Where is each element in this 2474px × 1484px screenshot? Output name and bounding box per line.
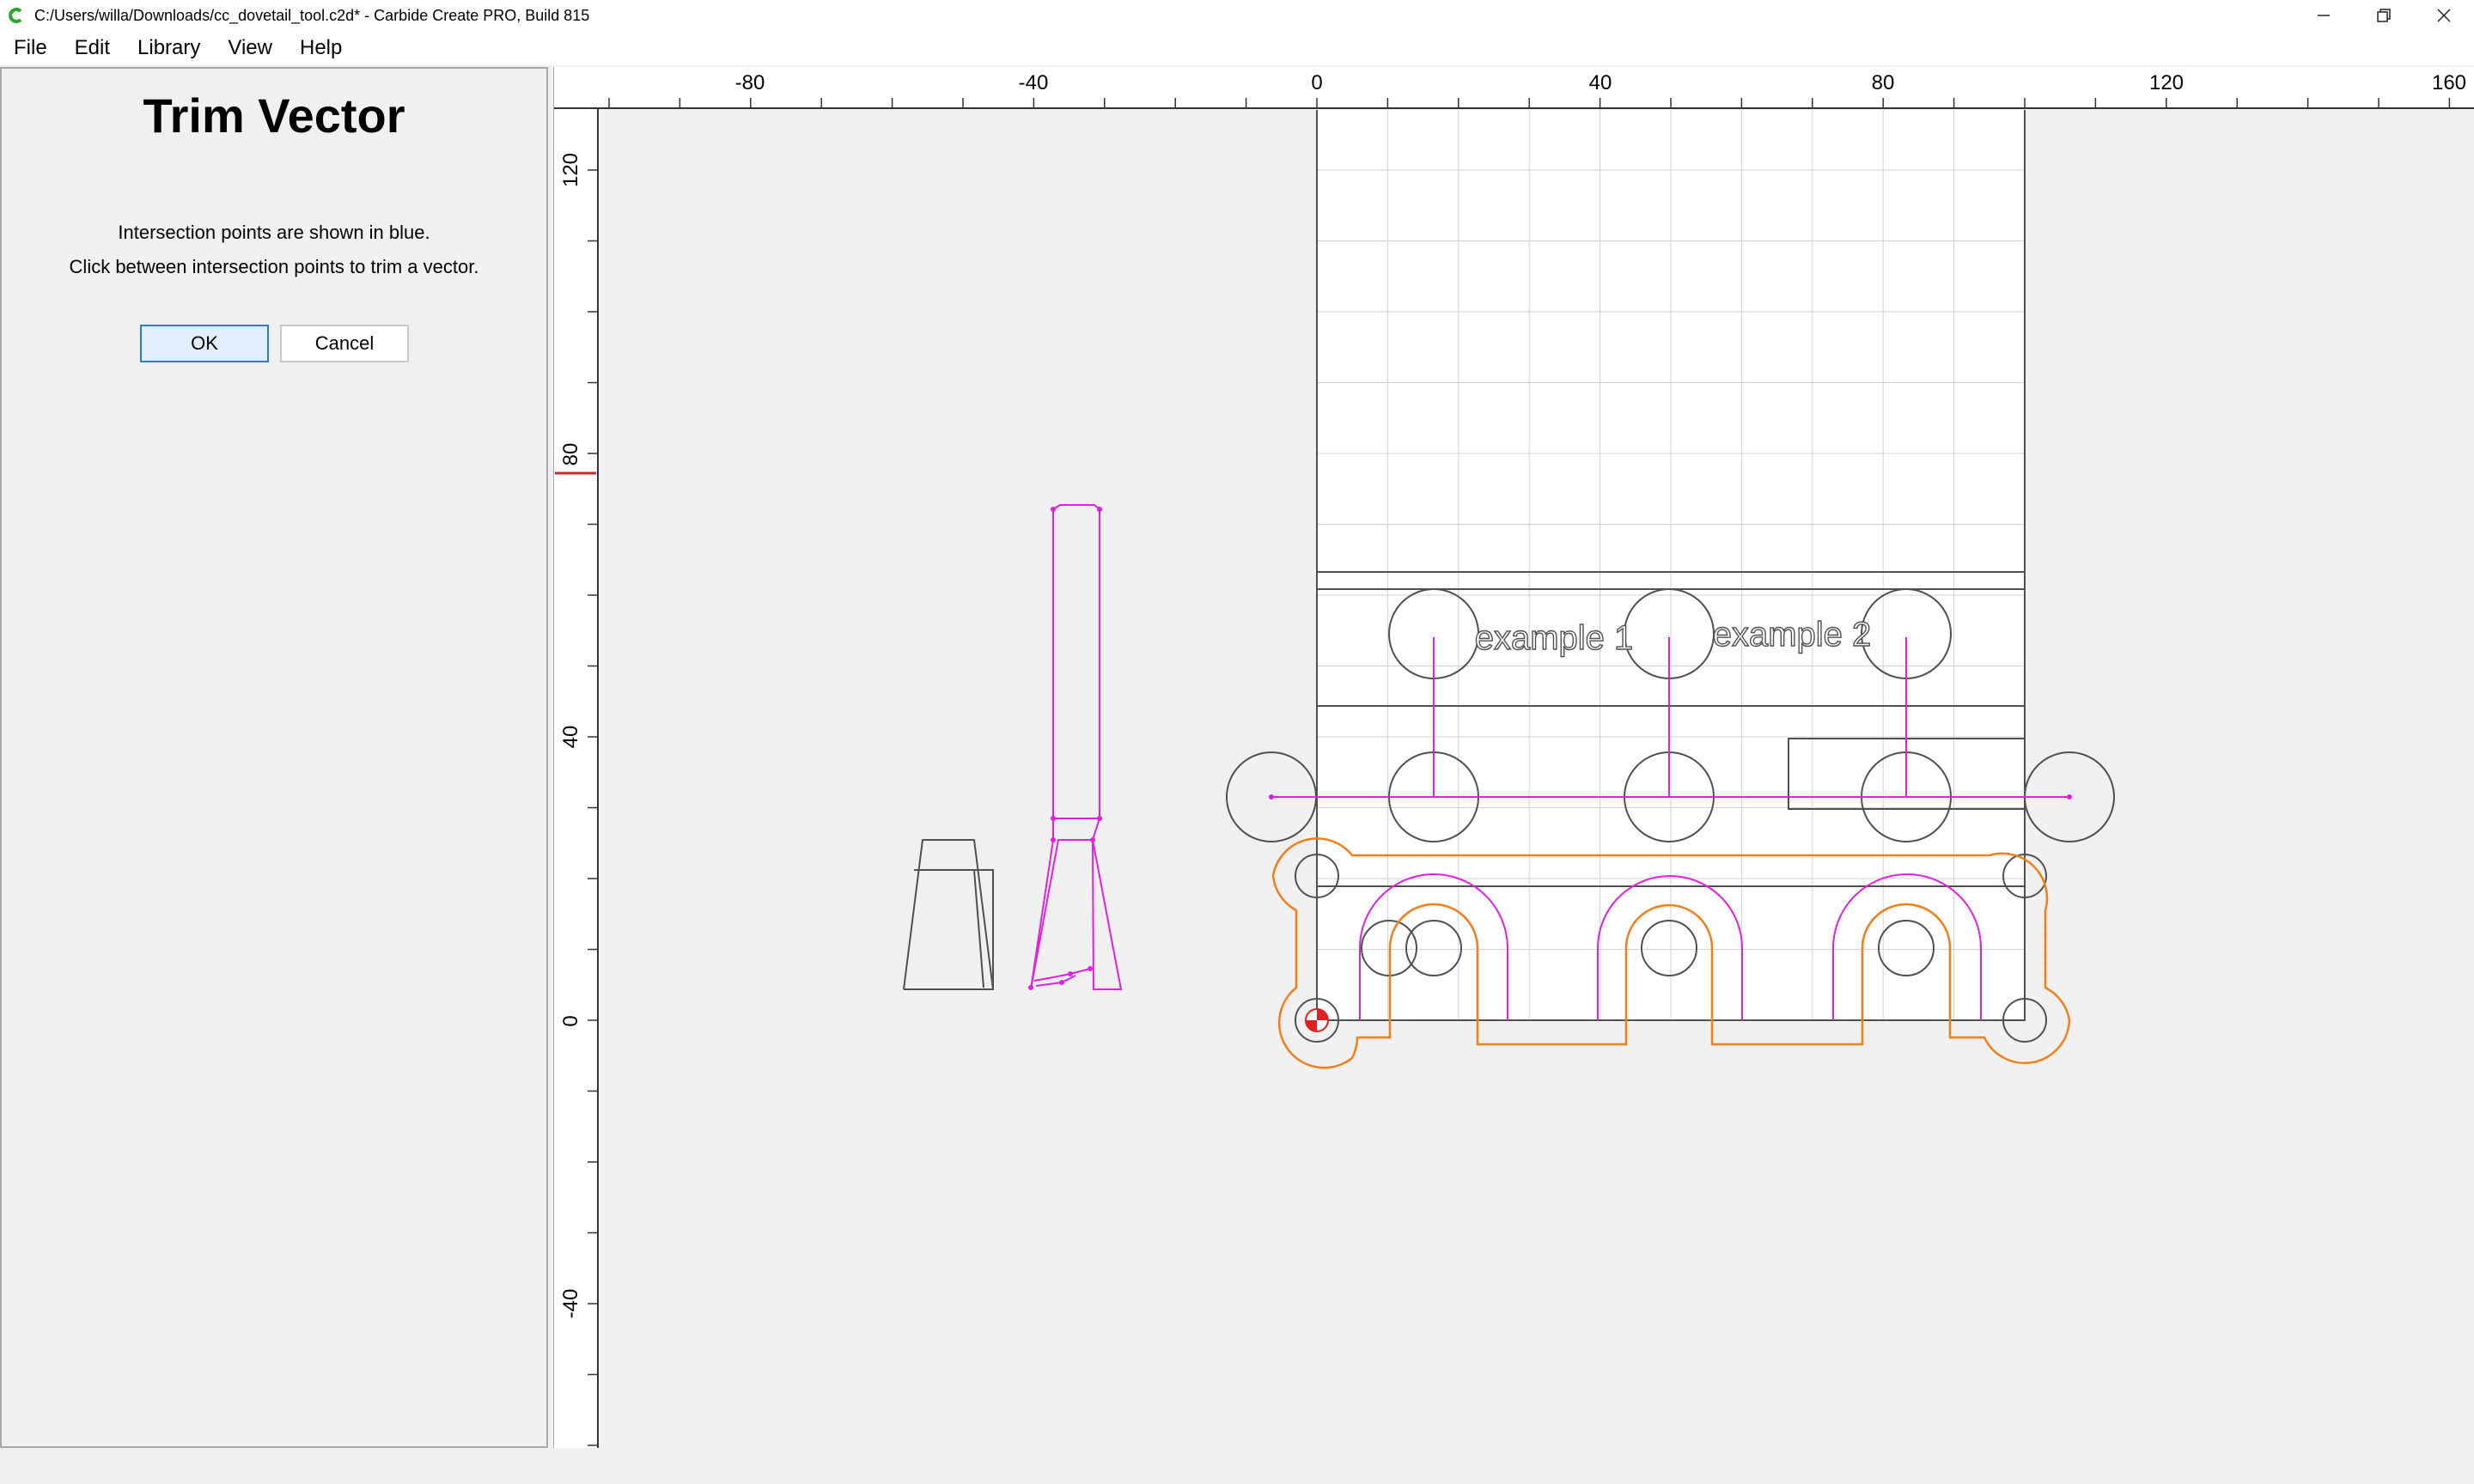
instruction-line-1: Intersection points are shown in blue. xyxy=(118,222,430,243)
x-tick-label: 160 xyxy=(2432,71,2466,94)
text-label-example-2[interactable]: example 2 xyxy=(1712,615,1872,654)
carbide-create-icon xyxy=(7,6,26,25)
trim-vector-panel: Trim Vector Intersection points are show… xyxy=(0,67,548,1448)
origin-marker xyxy=(1305,1008,1329,1032)
restore-icon[interactable] xyxy=(2354,0,2414,31)
y-tick-label: -40 xyxy=(559,1289,582,1319)
menu-file[interactable]: File xyxy=(0,31,61,65)
design-canvas[interactable]: -80 -40 0 40 80 120 160 120 80 40 0 -40 xyxy=(553,67,2474,1448)
text-label-example-1[interactable]: example 1 xyxy=(1474,618,1634,657)
menu-view[interactable]: View xyxy=(214,31,286,65)
window-title: C:/Users/willa/Downloads/cc_dovetail_too… xyxy=(34,6,590,24)
menu-library[interactable]: Library xyxy=(124,31,214,65)
status-bar xyxy=(0,1450,2474,1484)
y-tick-label: 120 xyxy=(559,153,582,187)
instruction-line-2: Click between intersection points to tri… xyxy=(69,256,479,277)
x-tick-label: -40 xyxy=(1019,71,1049,94)
cancel-button[interactable]: Cancel xyxy=(280,325,409,362)
y-tick-label: 80 xyxy=(559,443,582,466)
menu-bar: File Edit Library View Help xyxy=(0,31,2474,65)
top-ruler xyxy=(553,67,2474,108)
x-tick-label: 120 xyxy=(2149,71,2184,94)
menu-edit[interactable]: Edit xyxy=(61,31,124,65)
y-tick-label: 0 xyxy=(559,1015,582,1026)
title-bar: C:/Users/willa/Downloads/cc_dovetail_too… xyxy=(0,0,2474,31)
minimize-icon[interactable] xyxy=(2294,0,2354,31)
y-tick-label: 40 xyxy=(559,726,582,749)
x-tick-label: 0 xyxy=(1311,71,1322,94)
left-ruler xyxy=(553,67,598,1448)
canvas-svg[interactable]: -80 -40 0 40 80 120 160 120 80 40 0 -40 xyxy=(553,67,2474,1448)
x-tick-label: -80 xyxy=(735,71,765,94)
x-tick-label: 80 xyxy=(1872,71,1895,94)
menu-help[interactable]: Help xyxy=(286,31,356,65)
panel-title: Trim Vector xyxy=(143,88,405,143)
x-tick-label: 40 xyxy=(1589,71,1612,94)
ok-button[interactable]: OK xyxy=(140,325,269,362)
close-icon[interactable] xyxy=(2414,0,2474,31)
